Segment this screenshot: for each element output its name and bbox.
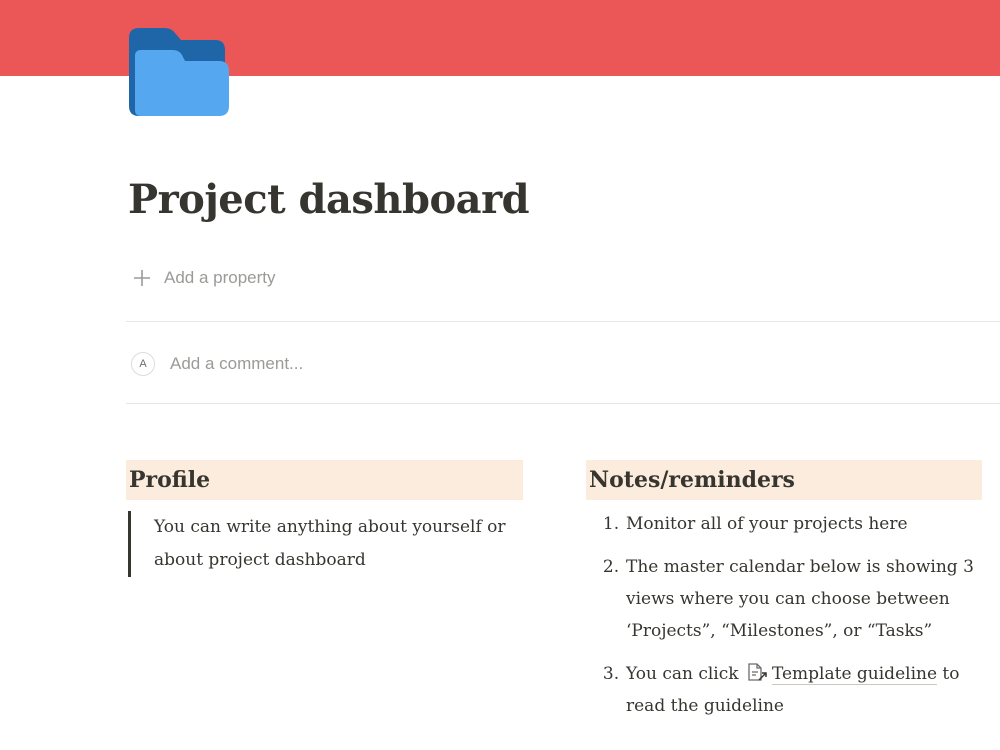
list-item-text: The master calendar below is showing 3 v…: [626, 557, 974, 641]
list-number: 1.: [602, 514, 620, 534]
page-link-icon: [748, 663, 767, 681]
plus-icon: [134, 270, 150, 286]
list-item-text-before: You can click: [626, 664, 739, 684]
divider: [126, 321, 1000, 322]
notes-list: 1. Monitor all of your projects here 2. …: [586, 508, 986, 733]
list-item[interactable]: 1. Monitor all of your projects here: [586, 508, 986, 540]
list-item-text: Monitor all of your projects here: [626, 514, 908, 534]
list-number: 2.: [602, 557, 620, 577]
template-guideline-link[interactable]: Template guideline: [771, 664, 938, 685]
add-property-button[interactable]: Add a property: [132, 263, 276, 293]
avatar: A: [131, 352, 155, 376]
profile-quote[interactable]: You can write anything about yourself or…: [128, 511, 508, 577]
comment-row: A: [131, 350, 470, 378]
divider: [126, 403, 1000, 404]
list-number: 3.: [602, 664, 620, 684]
list-item-text: You can click Template guideline to read…: [626, 658, 986, 722]
page-title[interactable]: Project dashboard: [128, 176, 530, 223]
list-item[interactable]: 2. The master calendar below is showing …: [586, 551, 986, 647]
comment-input[interactable]: [170, 354, 470, 374]
add-property-label: Add a property: [164, 268, 276, 287]
notes-heading[interactable]: Notes/reminders: [586, 460, 982, 500]
profile-heading[interactable]: Profile: [126, 460, 523, 500]
folder-icon[interactable]: [129, 28, 231, 118]
list-item[interactable]: 3. You can click Template guideline to r…: [586, 658, 986, 722]
